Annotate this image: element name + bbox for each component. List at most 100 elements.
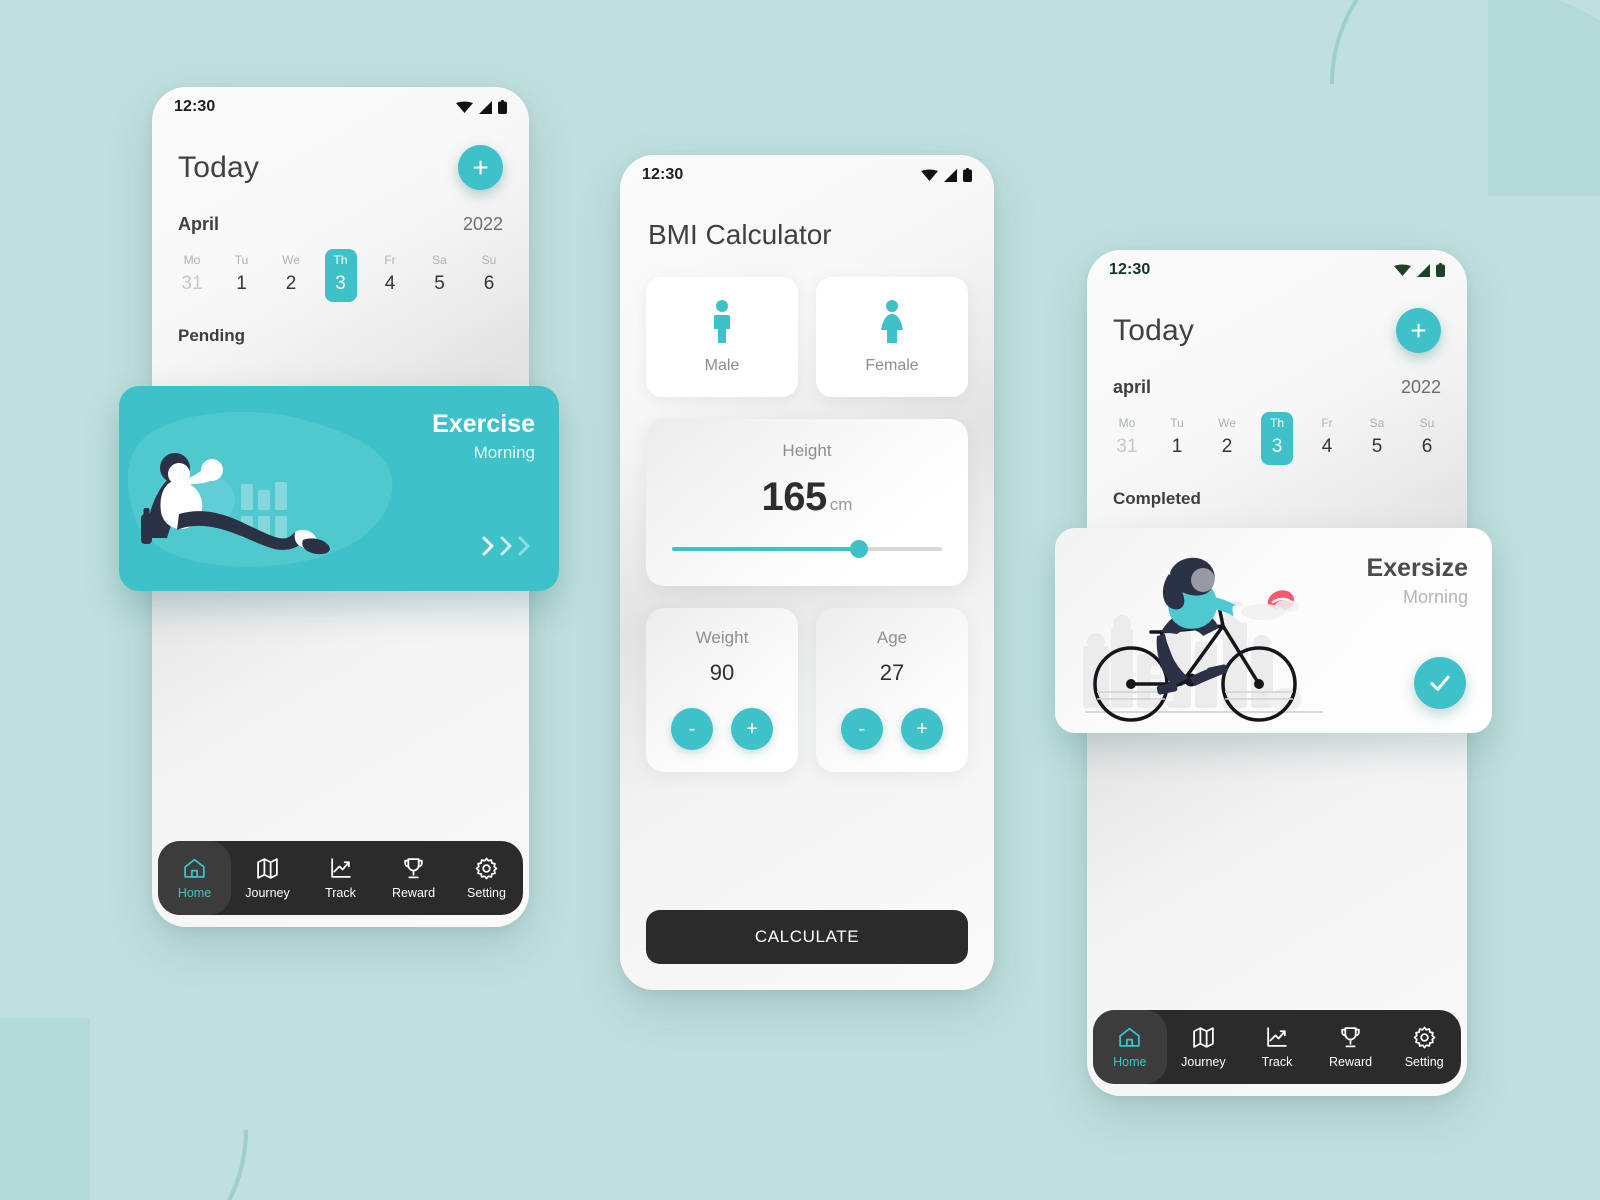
day-of-week-label: Mo [1118,416,1136,430]
day-cell[interactable]: Su 6 [473,249,505,302]
day-of-week-label: We [1218,416,1236,430]
nav-label: Home [1113,1055,1147,1069]
day-cell[interactable]: Tu 1 [226,249,258,302]
add-task-button[interactable]: + [458,145,503,190]
nav-label: Home [177,886,212,900]
nav-label: Track [325,886,356,900]
day-number: 1 [236,273,247,294]
trophy-icon [404,858,423,879]
day-number: 3 [335,273,346,294]
nav-label: Reward [391,886,436,900]
gender-option-female[interactable]: Female [816,277,968,397]
add-task-button[interactable]: + [1396,308,1441,353]
day-cell[interactable]: We 2 [275,249,307,302]
status-icons [456,100,507,114]
complete-task-button[interactable] [1414,657,1466,709]
page-title: Today [1113,313,1195,347]
day-cell[interactable]: We 2 [1211,412,1243,465]
slider-fill [672,547,861,551]
home-icon [1119,1027,1141,1047]
wifi-icon [921,169,938,181]
nav-item-setting[interactable]: Setting [450,841,523,915]
gear-icon [475,857,498,880]
status-time: 12:30 [174,98,216,115]
sit-up-woman-illustration [127,411,393,567]
month-row: April 2022 [152,190,529,235]
nav-item-setting[interactable]: Setting [1387,1010,1461,1084]
month-label: April [178,214,220,234]
nav-label: Setting [1404,1055,1444,1069]
male-figure-icon [714,300,730,343]
calculate-button[interactable]: CALCULATE [646,910,968,964]
day-cell-selected[interactable]: Th 3 [1261,412,1293,465]
status-icons [921,168,972,182]
day-of-week-label: Th [333,253,348,267]
week-strip: Mo 31 Tu 1 We 2 Th 3 Fr 4 Sa 5 Su 6 [152,235,529,302]
day-of-week-label: Su [481,253,497,267]
gender-label: Female [865,357,919,374]
day-cell[interactable]: Fr 4 [1311,412,1343,465]
age-label: Age [876,628,908,647]
month-row: april 2022 [1087,353,1467,398]
nav-item-track[interactable]: Track [1240,1010,1314,1084]
woman-cycling-illustration [1083,557,1323,722]
card-title: Exersize [1366,554,1468,582]
day-of-week-label: Tu [234,253,249,267]
screen-content: BMI Calculator Male Female Height 165 cm… [620,195,994,990]
nav-item-reward[interactable]: Reward [1314,1010,1388,1084]
age-decrement-button[interactable]: - [841,708,883,750]
day-cell[interactable]: Mo 31 [1111,412,1143,465]
day-cell[interactable]: Fr 4 [374,249,406,302]
day-of-week-label: Fr [384,253,396,267]
triple-chevron-right-icon[interactable] [480,533,533,559]
phone-screen-bmi-calculator: 12:30 BMI Calculator Male Female Height … [620,155,994,990]
signal-icon [1417,263,1430,277]
wifi-icon [1394,264,1411,276]
day-cell[interactable]: Sa 5 [1361,412,1393,465]
page-title: BMI Calculator [648,219,832,250]
age-increment-button[interactable]: + [901,708,943,750]
gender-label: Male [704,357,740,374]
week-strip: Mo 31 Tu 1 We 2 Th 3 Fr 4 Sa 5 Su 6 [1087,398,1467,465]
day-cell[interactable]: Mo 31 [176,249,208,302]
weight-label: Weight [695,628,749,647]
nav-item-home[interactable]: Home [1093,1010,1167,1084]
nav-label: Setting [467,886,506,900]
day-cell-selected[interactable]: Th 3 [324,249,357,302]
height-value: 165 cm [668,475,946,520]
chart-icon [331,858,351,878]
day-number: 31 [181,273,203,294]
nav-item-track[interactable]: Track [304,841,377,915]
map-icon [257,858,278,879]
month-label: april [1113,377,1152,397]
status-time: 12:30 [1109,261,1151,278]
height-slider[interactable] [668,540,946,558]
day-number: 5 [434,273,445,294]
nav-item-journey[interactable]: Journey [1167,1010,1241,1084]
nav-item-journey[interactable]: Journey [231,841,304,915]
chart-icon [1267,1027,1288,1047]
day-cell[interactable]: Sa 5 [424,249,456,302]
status-time: 12:30 [642,166,684,183]
age-buttons: - + [832,708,952,750]
slider-thumb[interactable] [849,540,868,558]
weight-increment-button[interactable]: + [731,708,773,750]
status-bar: 12:30 [152,87,529,127]
year-label: 2022 [1400,377,1441,397]
day-of-week-label: Sa [432,253,447,267]
page-title: Today [178,150,260,184]
check-icon [1430,675,1450,691]
nav-item-home[interactable]: Home [158,841,231,915]
weight-value: 90 [709,660,735,685]
nav-item-reward[interactable]: Reward [377,841,450,915]
day-cell[interactable]: Su 6 [1411,412,1443,465]
task-card-exersize[interactable]: Exersize Morning [1055,528,1492,733]
bottom-navigation-bar: Home Journey Track Reward Setting [158,841,523,915]
card-text-block: Exercise Morning [432,410,535,463]
weight-decrement-button[interactable]: - [671,708,713,750]
battery-icon [963,168,972,182]
task-card-exercise[interactable]: Exercise Morning [119,386,559,591]
weight-buttons: - + [662,708,782,750]
day-cell[interactable]: Tu 1 [1161,412,1193,465]
gender-option-male[interactable]: Male [646,277,798,397]
